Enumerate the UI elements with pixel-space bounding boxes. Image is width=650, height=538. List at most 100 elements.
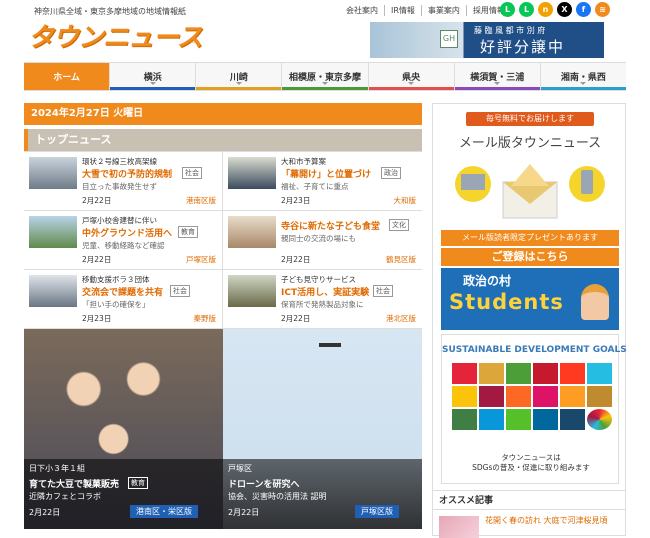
news-thumbnail	[228, 216, 276, 248]
x-icon[interactable]: X	[557, 2, 572, 17]
link-ir[interactable]: IR情報	[384, 5, 421, 16]
news-date: 2月22日	[82, 255, 112, 264]
mail-register-button[interactable]: ご登録はこちら	[441, 248, 619, 266]
sdg-goal-tile	[506, 386, 531, 407]
sdg-goal-tile	[479, 409, 504, 430]
news-headline: 交流会で課題を共有	[82, 288, 164, 298]
sdg-goal-tile	[587, 386, 612, 407]
news-thumbnail	[29, 216, 77, 248]
feature-card[interactable]: 日下小３年１組 育てた大豆で製菓販売 教育 近隣カフェとコラボ 2月22日 港南…	[24, 329, 223, 529]
news-item[interactable]: 環状２号線三枚高架線 大雪で初の予防的規制 社会 目立った事故発生せず 2月22…	[24, 152, 223, 211]
nav-shonan-kensei[interactable]: 湘南・県西	[540, 63, 626, 90]
sdgs-title: SUSTAINABLE DEVELOPMENT GOALS	[442, 345, 627, 355]
drone-image	[319, 343, 341, 347]
news-area[interactable]: 港北区版	[386, 313, 416, 324]
news-date: 2月22日	[281, 314, 311, 323]
link-business[interactable]: 事業案内	[420, 5, 466, 16]
main-content: 2024年2月27日 火曜日 トップニュース 環状２号線三枚高架線 大雪で初の予…	[24, 103, 422, 536]
note-icon[interactable]: n	[538, 2, 553, 17]
news-headline: 寺谷に新たな子ども食堂	[281, 222, 381, 232]
mail-newsletter-banner[interactable]: 毎号無料でお届けします メール版タウンニュース メール版読者限定プレゼントありま…	[441, 112, 619, 266]
feature-area[interactable]: 港南区・栄区版	[130, 505, 198, 518]
news-area[interactable]: 大和版	[394, 195, 417, 206]
nav-yokosuka-miura[interactable]: 横須賀・三浦	[454, 63, 541, 90]
news-item[interactable]: 子ども見守りサービス ICT活用し、実証実験 社会 保育所で発熱製品対象に 2月…	[223, 270, 422, 329]
rss-icon[interactable]: ≋	[595, 2, 610, 17]
news-area[interactable]: 鶴見区版	[386, 254, 416, 265]
mail-top-label: 毎号無料でお届けします	[466, 112, 594, 126]
site-logo[interactable]: タウンニュース	[28, 17, 203, 54]
news-area[interactable]: 戸塚区版	[186, 254, 216, 265]
feature-date: 2月22日	[29, 508, 61, 517]
news-headline: 中外グラウンド活用へ	[82, 229, 173, 239]
line-icon[interactable]: L	[500, 2, 515, 17]
news-headline: ICT活用し、実証実験	[281, 288, 370, 298]
sdg-goal-tile	[533, 363, 558, 384]
sdg-goal-tile	[560, 386, 585, 407]
chevron-down-icon	[580, 82, 587, 85]
news-date: 2月22日	[281, 255, 311, 264]
news-area[interactable]: 港南区版	[186, 195, 216, 206]
nav-home[interactable]: ホーム	[24, 63, 111, 90]
news-headline: 大雪で初の予防的規制	[82, 170, 173, 180]
sdgs-banner[interactable]: SUSTAINABLE DEVELOPMENT GOALS タウンニュースは S…	[441, 334, 627, 484]
category-tag: 教育	[178, 226, 198, 238]
facebook-icon[interactable]: f	[576, 2, 591, 17]
news-subhead: 「担い手の確保を」	[82, 300, 150, 309]
chevron-down-icon	[494, 82, 501, 85]
site-header: 神奈川県全域・東京多摩地域の地域情報紙 タウンニュース ® 会社案内 IR情報 …	[0, 0, 650, 62]
news-item[interactable]: 寺谷に新たな子ども食堂 文化 親同士の交流の場にも 2月22日 鶴見区版	[223, 211, 422, 270]
link-company[interactable]: 会社案内	[340, 5, 384, 16]
news-area[interactable]: 秦野版	[194, 313, 217, 324]
news-thumbnail	[29, 275, 77, 307]
news-thumbnail	[228, 157, 276, 189]
news-kicker: 移動支援ボラ３団体	[82, 275, 150, 284]
news-headline: 「幕開け」と位置づけ	[281, 170, 372, 180]
chevron-down-icon	[149, 82, 156, 85]
region-nav: ホーム 横浜 川崎 相模原・東京多摩 県央 横須賀・三浦 湘南・県西	[24, 62, 626, 91]
mail-title: メール版タウンニュース	[458, 136, 602, 151]
recommend-item[interactable]: 花開く春の訪れ 大庭で河津桜見頃	[439, 516, 619, 538]
sdg-goal-tile	[560, 409, 585, 430]
sdg-goal-tile	[452, 386, 477, 407]
sdgs-caption: タウンニュースは SDGsの普及・促進に取り組みます	[472, 453, 590, 472]
nav-kenou[interactable]: 県央	[368, 63, 455, 90]
sdg-goal-tile	[479, 363, 504, 384]
ad-banner[interactable]: GH 藤 臨 風 都 市 別 府 好評分譲中	[370, 22, 604, 58]
feature-card[interactable]: 戸塚区 ドローンを研究へ 協会、災害時の活用法 認明 2月22日 戸塚区版	[223, 329, 422, 529]
sdg-goal-tile	[452, 409, 477, 430]
category-tag: 社会	[182, 167, 202, 179]
news-subhead: 児童、移動経路など確認	[82, 241, 165, 250]
news-item[interactable]: 大和市予算案 「幕開け」と位置づけ 政治 福祉、子育てに重点 2月23日 大和版	[223, 152, 422, 211]
nav-sagamihara-tama[interactable]: 相模原・東京多摩	[282, 63, 369, 90]
news-grid: 環状２号線三枚高架線 大雪で初の予防的規制 社会 目立った事故発生せず 2月22…	[24, 151, 422, 329]
sdg-goal-tile	[587, 363, 612, 384]
line-icon[interactable]: L	[519, 2, 534, 17]
recommend-header: オススメ記事	[433, 490, 625, 510]
category-tag: 政治	[381, 167, 401, 179]
feature-caption: 戸塚区 ドローンを研究へ 協会、災害時の活用法 認明 2月22日 戸塚区版	[223, 459, 422, 529]
news-item[interactable]: 戸塚小校舎建替に伴い 中外グラウンド活用へ 教育 児童、移動経路など確認 2月2…	[24, 211, 223, 270]
envelope-icon	[455, 164, 605, 219]
sdg-goal-tile	[533, 409, 558, 430]
chevron-down-icon	[235, 82, 242, 85]
mail-present: メール版読者限定プレゼントあります	[441, 230, 619, 246]
chevron-down-icon	[321, 82, 328, 85]
feature-headline: ドローンを研究へ	[228, 480, 300, 490]
sdgs-goal-grid	[452, 363, 612, 430]
sdg-goal-tile	[533, 386, 558, 407]
nav-kawasaki[interactable]: 川崎	[196, 63, 283, 90]
nav-yokohama[interactable]: 横浜	[110, 63, 197, 90]
seiji-students-banner[interactable]: 政治の村 Students	[441, 268, 619, 330]
ad-subtext: 藤 臨 風 都 市 別 府	[474, 26, 546, 35]
news-item[interactable]: 移動支援ボラ３団体 交流会で課題を共有 社会 「担い手の確保を」 2月23日 秦…	[24, 270, 223, 329]
seiji-title: 政治の村	[463, 274, 512, 288]
news-subhead: 保育所で発熱製品対象に	[281, 300, 364, 309]
sdg-goal-tile	[560, 363, 585, 384]
feature-headline: 育てた大豆で製菓販売	[29, 480, 120, 490]
category-tag: 社会	[170, 285, 190, 297]
feature-area[interactable]: 戸塚区版	[355, 505, 399, 518]
news-date: 2月23日	[82, 314, 112, 323]
feature-subhead: 協会、災害時の活用法 認明	[228, 492, 327, 501]
feature-caption: 日下小３年１組 育てた大豆で製菓販売 教育 近隣カフェとコラボ 2月22日 港南…	[24, 459, 223, 529]
